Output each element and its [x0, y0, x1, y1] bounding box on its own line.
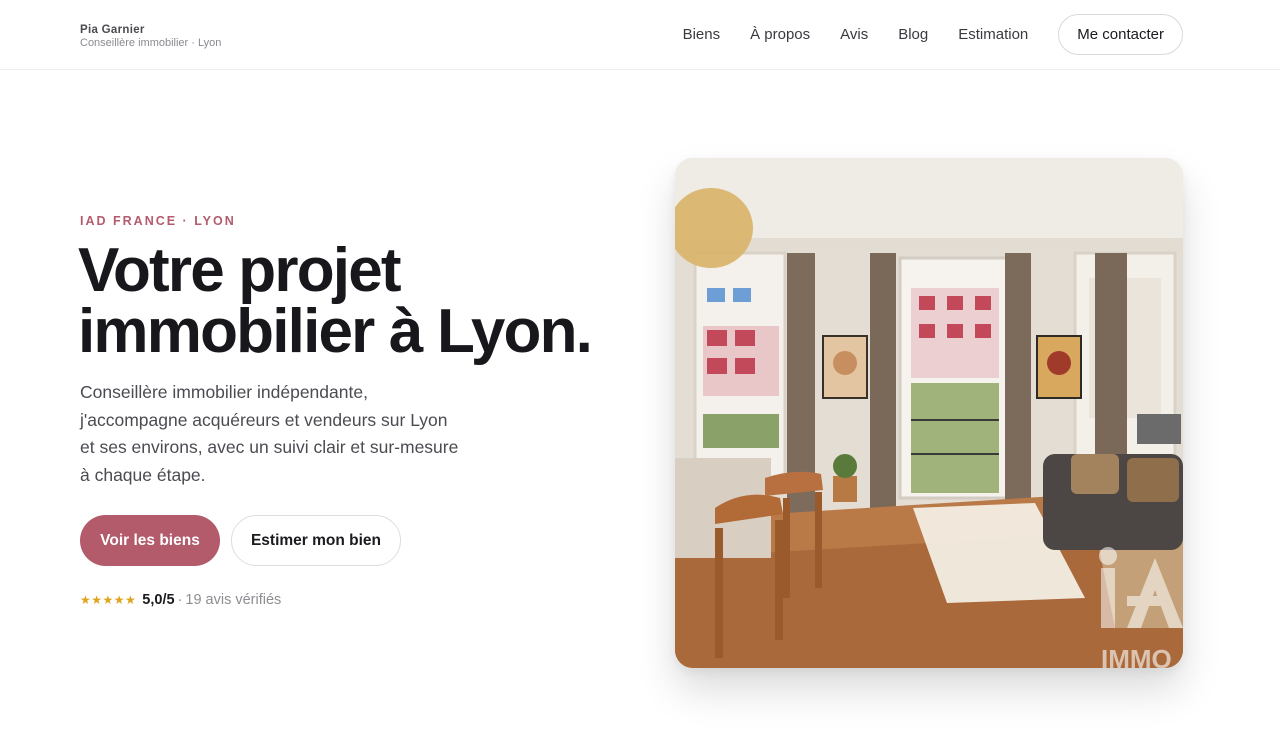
brand-subtitle: Conseillère immobilier · Lyon — [80, 37, 222, 49]
contact-button[interactable]: Me contacter — [1058, 14, 1183, 55]
rating-score: 5,0/5 — [142, 592, 175, 608]
star-rating-icon: ★★★★★ — [80, 593, 137, 607]
rating-review-count: 19 avis vérifiés — [185, 592, 282, 608]
brand[interactable]: Pia Garnier Conseillère immobilier · Lyo… — [80, 23, 221, 50]
nav-link-estimation[interactable]: Estimation — [958, 14, 1028, 55]
main-nav: Biens À propos Avis Blog Estimation Me c… — [683, 14, 1183, 55]
hero-eyebrow: IAD FRANCE · LYON — [80, 214, 236, 228]
hero-title: Votre projet immobilier à Lyon. — [78, 240, 598, 363]
nav-link-a-propos[interactable]: À propos — [750, 14, 810, 55]
rating-summary: ★★★★★ 5,0/5 · 19 avis vérifiés — [80, 592, 281, 608]
svg-text:IMMO: IMMO — [1101, 644, 1172, 668]
nav-link-avis[interactable]: Avis — [840, 14, 868, 55]
hero-apartment-photo: IMMO — [675, 158, 1183, 668]
view-properties-button[interactable]: Voir les biens — [80, 515, 220, 566]
nav-link-blog[interactable]: Blog — [898, 14, 928, 55]
hero-description: Conseillère immobilier indépendante, j'a… — [80, 382, 459, 485]
rating-separator: · — [177, 592, 183, 608]
brand-name: Pia Garnier — [80, 24, 145, 36]
site-header: Pia Garnier Conseillère immobilier · Lyo… — [0, 0, 1280, 70]
apartment-illustration: IMMO — [675, 158, 1183, 668]
hero-title-line2: immobilier à Lyon. — [78, 297, 593, 366]
estimate-property-button[interactable]: Estimer mon bien — [231, 515, 401, 566]
nav-link-biens[interactable]: Biens — [683, 14, 721, 55]
hero-title-line1: Votre projet — [78, 236, 402, 305]
